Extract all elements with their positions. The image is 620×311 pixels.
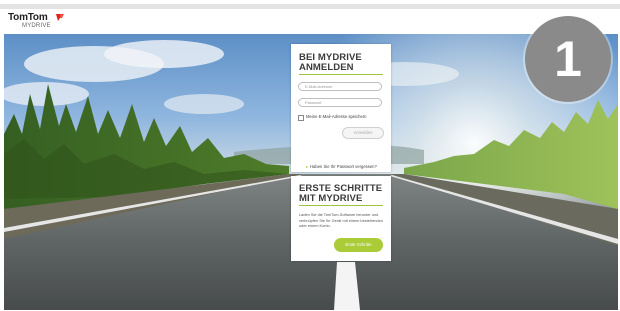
arrow-right-icon: ▸	[306, 164, 309, 169]
get-started-button[interactable]: Erste Schritte	[334, 238, 383, 252]
getting-started-panel: ERSTE SCHRITTE MIT MYDRIVE Laden Sie die…	[291, 176, 391, 261]
login-title-line2: ANMELDEN	[299, 61, 354, 73]
getting-started-title-line2: MIT MYDRIVE	[299, 192, 363, 204]
remember-email-label: Meine E-Mail-Adresse speichern	[306, 114, 367, 119]
remember-email-checkbox[interactable]	[298, 115, 304, 121]
email-field[interactable]	[298, 82, 382, 91]
tomtom-mydrive-logo[interactable]: TomTom MYDRIVE	[8, 12, 78, 34]
brand-name: TomTom	[8, 12, 48, 23]
forgot-password-row[interactable]: ▸ Haben Sie Ihr Passwort vergessen?	[306, 155, 377, 173]
login-title-underline	[299, 74, 383, 75]
login-panel: BEI MYDRIVE ANMELDEN Meine E-Mail-Adress…	[291, 44, 391, 172]
password-field[interactable]	[298, 98, 382, 107]
brand-product: MYDRIVE	[22, 23, 51, 29]
getting-started-underline	[299, 205, 383, 206]
login-button[interactable]: Anmelden	[342, 127, 384, 139]
getting-started-title: ERSTE SCHRITTE MIT MYDRIVE	[299, 184, 385, 203]
getting-started-description: Laden Sie die TomTom-Software herunter u…	[299, 212, 383, 229]
step-number-badge: 1	[525, 16, 611, 102]
top-divider	[0, 4, 620, 9]
forgot-password-link[interactable]: Haben Sie Ihr Passwort vergessen?	[310, 164, 377, 169]
tomtom-hands-icon	[56, 14, 64, 21]
login-title: BEI MYDRIVE ANMELDEN	[299, 53, 385, 72]
